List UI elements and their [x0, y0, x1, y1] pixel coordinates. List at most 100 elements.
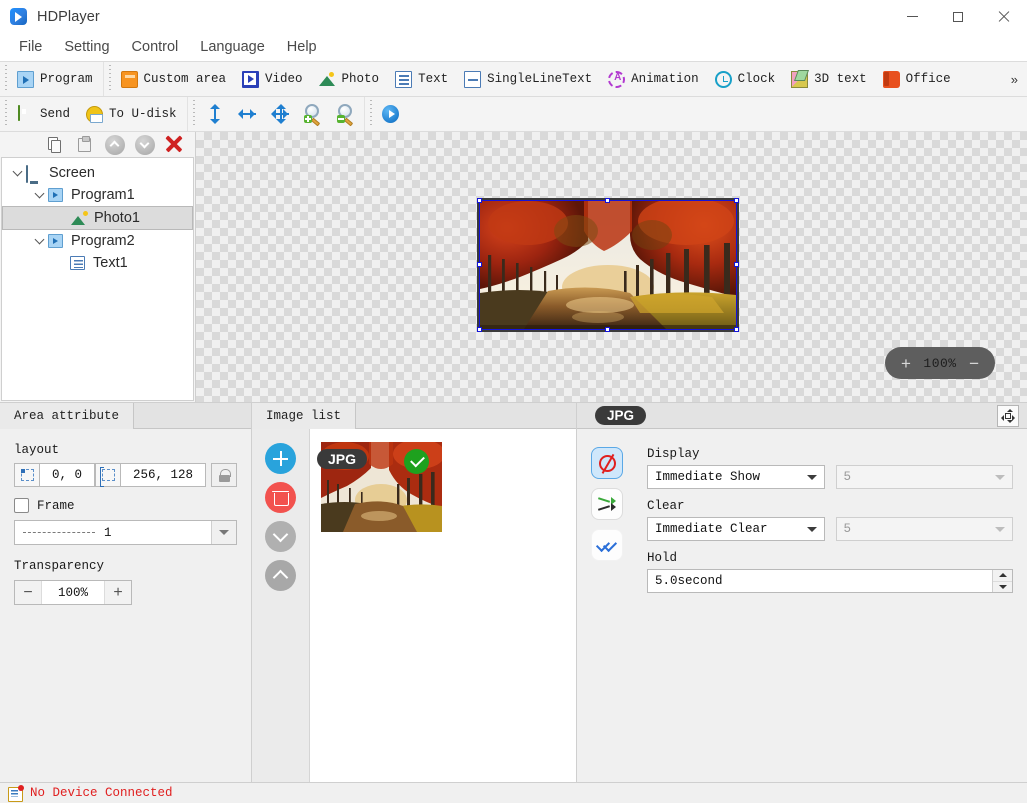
toolbar-office-button[interactable]: Office: [877, 65, 961, 93]
zoom-out-button[interactable]: −: [969, 355, 979, 372]
toolbar-video-button[interactable]: Video: [236, 65, 313, 93]
fit-vertical-button[interactable]: [199, 100, 232, 128]
size-input[interactable]: 256, 128: [121, 463, 206, 487]
main-toolbar: Program Custom area Video Photo Text Sin…: [0, 61, 1027, 97]
toolbar-grip-2[interactable]: [106, 65, 114, 93]
double-check-icon[interactable]: [591, 529, 623, 561]
position-input[interactable]: 0, 0: [40, 463, 95, 487]
toolbar-overflow-button[interactable]: »: [1002, 62, 1027, 96]
chevron-down-icon[interactable]: [30, 188, 48, 199]
tree-node-text1[interactable]: Text1: [2, 252, 193, 274]
hold-decrease-button[interactable]: [993, 581, 1012, 592]
move-image-down-button[interactable]: [265, 521, 296, 552]
check-circle-icon[interactable]: [404, 449, 429, 474]
tree-node-screen[interactable]: Screen: [2, 162, 193, 184]
toolbar-grip-3[interactable]: [3, 100, 10, 128]
fit-horizontal-button[interactable]: [232, 100, 265, 128]
delete-icon[interactable]: [165, 135, 185, 155]
resize-handle-e[interactable]: [734, 262, 739, 267]
hold-increase-button[interactable]: [993, 570, 1012, 582]
tab-image-list[interactable]: Image list: [252, 402, 357, 429]
menu-setting[interactable]: Setting: [53, 36, 120, 58]
display-mode-select[interactable]: Immediate Show: [647, 465, 825, 489]
resize-handle-n[interactable]: [605, 198, 610, 203]
frame-checkbox[interactable]: [14, 498, 29, 513]
tree-node-program1[interactable]: Program1: [2, 184, 193, 206]
chevron-down-icon[interactable]: [30, 234, 48, 245]
play-button[interactable]: [376, 100, 409, 128]
toolbar-program-button[interactable]: Program: [11, 65, 103, 93]
toolbar-3d-text-button[interactable]: 3D text: [785, 65, 877, 93]
toolbar-photo-button[interactable]: Photo: [313, 65, 390, 93]
frame-style-select[interactable]: 1: [14, 520, 237, 545]
image-attribute-panel: JPG Display Immediate Show 5 Clear Immed…: [577, 403, 1027, 782]
hold-duration-input[interactable]: 5.0second: [647, 569, 1013, 593]
resize-handle-nw[interactable]: [477, 198, 482, 203]
toolbar-single-line-text-button[interactable]: SingleLineText: [458, 65, 602, 93]
chevron-up-icon: [272, 569, 289, 586]
add-image-button[interactable]: [265, 443, 296, 474]
tree-toolbar: [0, 132, 195, 157]
delete-image-button[interactable]: [265, 482, 296, 513]
tab-area-attribute[interactable]: Area attribute: [0, 402, 135, 429]
image-list-item[interactable]: JPG: [317, 439, 445, 532]
fit-to-area-icon[interactable]: [997, 405, 1019, 427]
lock-icon[interactable]: [211, 463, 237, 487]
transparency-decrease-button[interactable]: −: [15, 581, 41, 604]
chevron-down-icon[interactable]: [8, 166, 26, 177]
tree-node-photo1[interactable]: Photo1: [2, 206, 193, 230]
minimize-button[interactable]: [889, 0, 935, 33]
paste-icon[interactable]: [75, 135, 95, 155]
hold-label: Hold: [647, 551, 678, 565]
toolbar-grip-5[interactable]: [367, 100, 375, 128]
screen-preview-frame[interactable]: [477, 198, 739, 332]
chevron-down-icon[interactable]: [211, 521, 236, 544]
zoom-out-button[interactable]: [331, 100, 364, 128]
u-disk-icon: [86, 105, 104, 123]
selected-area[interactable]: [477, 198, 739, 332]
close-button[interactable]: [981, 0, 1027, 33]
zoom-in-button[interactable]: +: [901, 355, 911, 372]
tree-node-label: Program2: [71, 233, 135, 249]
clear-speed-select[interactable]: 5: [835, 517, 1013, 541]
image-type-badge: JPG: [595, 406, 647, 425]
transparency-increase-button[interactable]: +: [105, 581, 131, 604]
tree-node-label: Program1: [71, 187, 135, 203]
menu-language[interactable]: Language: [189, 36, 276, 58]
resize-handle-w[interactable]: [477, 262, 482, 267]
clear-mode-select[interactable]: Immediate Clear: [647, 517, 825, 541]
to-udisk-button[interactable]: To U-disk: [80, 100, 187, 128]
no-effect-icon[interactable]: [591, 447, 623, 479]
toolbar-custom-area-button[interactable]: Custom area: [115, 65, 237, 93]
text-icon: [70, 255, 88, 271]
toolbar-clock-button[interactable]: Clock: [709, 65, 786, 93]
toolbar-grip-4[interactable]: [190, 100, 198, 128]
send-button[interactable]: Send: [11, 100, 80, 128]
move-up-icon[interactable]: [105, 134, 125, 155]
move-image-up-button[interactable]: [265, 560, 296, 591]
transparency-value[interactable]: 100%: [41, 581, 105, 604]
resize-handle-se[interactable]: [734, 327, 739, 332]
resize-handle-sw[interactable]: [477, 327, 482, 332]
fit-both-button[interactable]: [265, 100, 298, 128]
toolbar-animation-button[interactable]: Animation: [602, 65, 709, 93]
menu-file[interactable]: File: [8, 36, 53, 58]
canvas[interactable]: www.cvtat.cn + 100% −: [196, 132, 1027, 402]
resize-handle-s[interactable]: [605, 327, 610, 332]
menu-help[interactable]: Help: [276, 36, 328, 58]
single-line-text-icon: [464, 70, 482, 88]
maximize-button[interactable]: [935, 0, 981, 33]
resize-handle-ne[interactable]: [734, 198, 739, 203]
toolbar-text-button[interactable]: Text: [389, 65, 458, 93]
display-speed-select[interactable]: 5: [835, 465, 1013, 489]
copy-icon[interactable]: [45, 135, 65, 155]
menu-control[interactable]: Control: [121, 36, 190, 58]
dashed-line-preview-icon: [23, 532, 95, 533]
zoom-in-button[interactable]: [298, 100, 331, 128]
toolbar-grip[interactable]: [3, 65, 10, 93]
move-down-icon[interactable]: [135, 134, 155, 155]
clear-label: Clear: [647, 499, 685, 513]
toolbar-group-send: Send To U-disk: [0, 97, 188, 131]
tree-node-program2[interactable]: Program2: [2, 230, 193, 252]
shuffle-icon[interactable]: [591, 488, 623, 520]
